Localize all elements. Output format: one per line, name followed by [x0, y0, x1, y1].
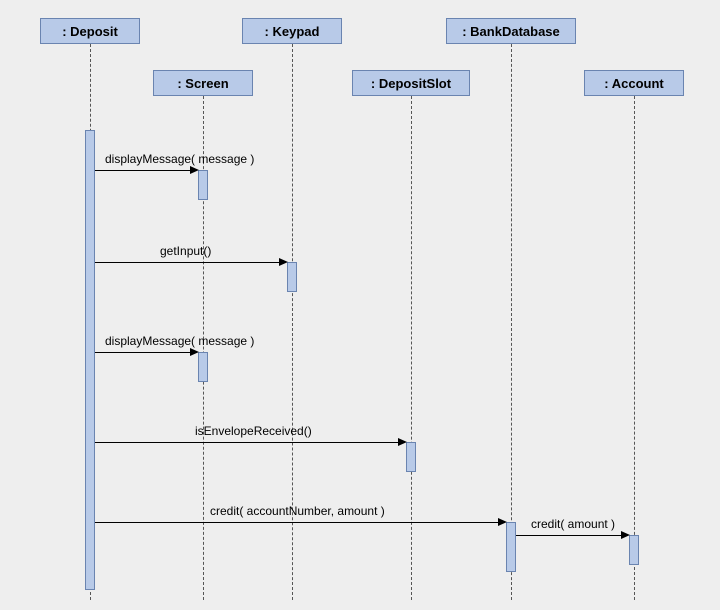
message-label: credit( accountNumber, amount ) — [210, 504, 385, 518]
participant-depositslot: : DepositSlot — [352, 70, 470, 96]
sequence-diagram: : Deposit : Keypad : BankDatabase : Scre… — [0, 0, 720, 610]
participant-label: : Keypad — [265, 24, 320, 39]
arrowhead-icon — [398, 438, 407, 446]
message-arrow — [95, 262, 283, 263]
message-arrow — [516, 535, 626, 536]
participant-label: : Deposit — [62, 24, 118, 39]
participant-screen: : Screen — [153, 70, 253, 96]
activation-bar — [198, 352, 208, 382]
participant-label: : Account — [604, 76, 663, 91]
activation-bar — [506, 522, 516, 572]
message-label: getInput() — [160, 244, 211, 258]
arrowhead-icon — [190, 348, 199, 356]
activation-bar — [85, 130, 95, 590]
message-arrow — [95, 170, 195, 171]
arrowhead-icon — [621, 531, 630, 539]
activation-bar — [406, 442, 416, 472]
message-arrow — [95, 352, 195, 353]
message-label: displayMessage( message ) — [105, 334, 254, 348]
message-label: credit( amount ) — [531, 517, 615, 531]
participant-label: : DepositSlot — [371, 76, 451, 91]
message-arrow — [95, 442, 402, 443]
lifeline — [511, 44, 512, 600]
participant-bankdatabase: : BankDatabase — [446, 18, 576, 44]
activation-bar — [287, 262, 297, 292]
arrowhead-icon — [279, 258, 288, 266]
lifeline — [411, 96, 412, 600]
message-arrow — [95, 522, 502, 523]
message-label: displayMessage( message ) — [105, 152, 254, 166]
participant-deposit: : Deposit — [40, 18, 140, 44]
participant-label: : Screen — [177, 76, 228, 91]
arrowhead-icon — [190, 166, 199, 174]
message-label: isEnvelopeReceived() — [195, 424, 312, 438]
lifeline — [634, 96, 635, 600]
participant-account: : Account — [584, 70, 684, 96]
arrowhead-icon — [498, 518, 507, 526]
participant-label: : BankDatabase — [462, 24, 560, 39]
participant-keypad: : Keypad — [242, 18, 342, 44]
activation-bar — [198, 170, 208, 200]
activation-bar — [629, 535, 639, 565]
